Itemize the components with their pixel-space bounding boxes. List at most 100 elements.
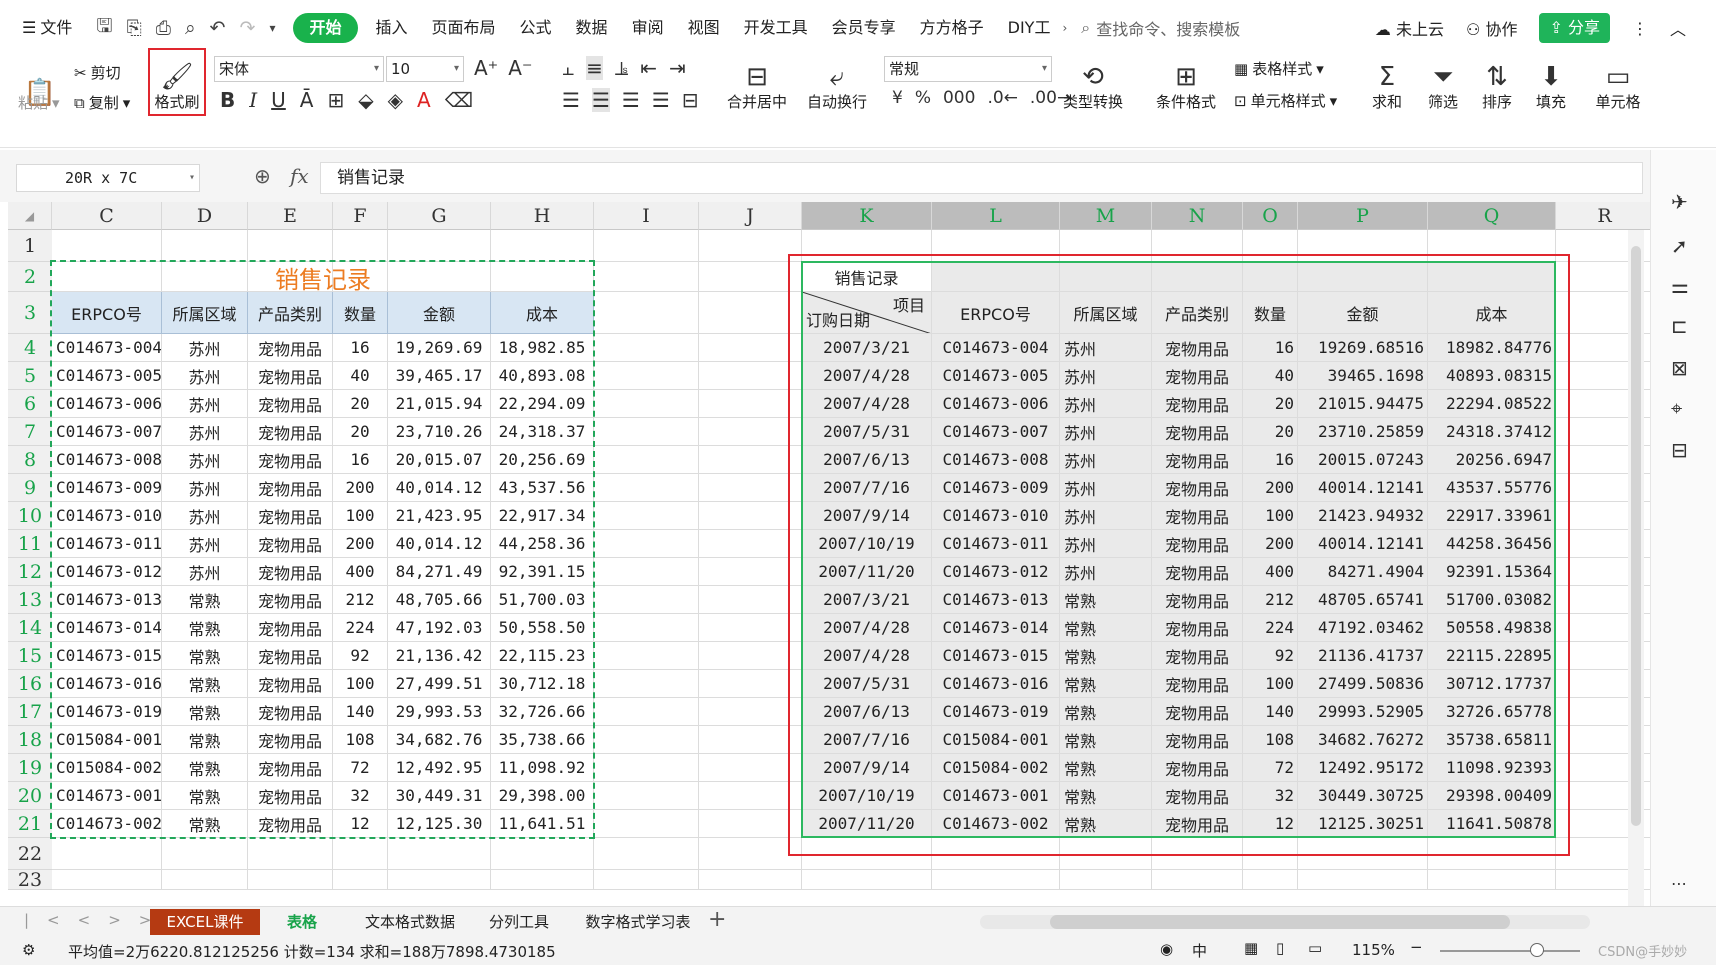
- left-data-cell[interactable]: 72: [333, 754, 388, 782]
- grid-cell[interactable]: [594, 614, 699, 642]
- left-data-cell[interactable]: 常熟: [162, 754, 248, 782]
- font-size-select[interactable]: 10 ▾: [386, 56, 464, 82]
- grid-cell[interactable]: [594, 390, 699, 418]
- left-data-cell[interactable]: 苏州: [162, 418, 248, 446]
- left-data-cell[interactable]: 21,015.94: [388, 390, 491, 418]
- vertical-scrollbar[interactable]: [1628, 230, 1644, 906]
- left-data-cell[interactable]: 宠物用品: [248, 418, 333, 446]
- right-header-cell[interactable]: 所属区域: [1060, 292, 1152, 334]
- grid-cell[interactable]: [1298, 838, 1428, 870]
- right-header-cell[interactable]: 产品类别: [1152, 292, 1243, 334]
- fill-color-icon[interactable]: ◈: [388, 88, 403, 112]
- grid-cell[interactable]: [162, 838, 248, 870]
- left-data-cell[interactable]: 宠物用品: [248, 446, 333, 474]
- right-data-cell[interactable]: 2007/10/19: [802, 782, 932, 810]
- right-data-cell[interactable]: 宠物用品: [1152, 446, 1243, 474]
- row-header-21[interactable]: 21: [8, 810, 52, 838]
- grid-cell[interactable]: [388, 870, 491, 890]
- layout-icon[interactable]: ⊏: [1671, 314, 1688, 338]
- right-data-cell[interactable]: C014673-013: [932, 586, 1060, 614]
- right-data-cell[interactable]: 2007/7/16: [802, 474, 932, 502]
- right-data-cell[interactable]: 常熟: [1060, 614, 1152, 642]
- right-data-cell[interactable]: 苏州: [1060, 446, 1152, 474]
- grid-cell[interactable]: [932, 230, 1060, 262]
- fill-shading-icon[interactable]: ⬙: [358, 88, 373, 112]
- tab-2[interactable]: 页面布局: [420, 12, 508, 44]
- left-header-cell[interactable]: 产品类别: [248, 292, 333, 334]
- left-data-cell[interactable]: C015084-002: [52, 754, 162, 782]
- grid-cell[interactable]: [594, 334, 699, 362]
- row-header-10[interactable]: 10: [8, 502, 52, 530]
- right-data-cell[interactable]: 29993.52905: [1298, 698, 1428, 726]
- left-data-cell[interactable]: 39,465.17: [388, 362, 491, 390]
- right-data-cell[interactable]: C014673-019: [932, 698, 1060, 726]
- right-title-row-cell[interactable]: [1298, 262, 1428, 292]
- left-data-cell[interactable]: 400: [333, 558, 388, 586]
- rocket-icon[interactable]: ✈: [1671, 190, 1688, 214]
- grid-cell[interactable]: [699, 558, 802, 586]
- more-icon[interactable]: ⋯: [1671, 874, 1687, 893]
- fill-button[interactable]: ⬇ 填充: [1526, 56, 1576, 112]
- right-data-cell[interactable]: 19269.68516: [1298, 334, 1428, 362]
- right-data-cell[interactable]: 2007/5/31: [802, 418, 932, 446]
- grid-cell[interactable]: [594, 838, 699, 870]
- right-data-cell[interactable]: 44258.36456: [1428, 530, 1556, 558]
- left-data-cell[interactable]: 200: [333, 530, 388, 558]
- align-bottom-icon[interactable]: ⫡: [615, 56, 628, 80]
- grid-cell[interactable]: [932, 870, 1060, 890]
- left-data-cell[interactable]: 苏州: [162, 502, 248, 530]
- row-header-20[interactable]: 20: [8, 782, 52, 810]
- right-data-cell[interactable]: 2007/11/20: [802, 558, 932, 586]
- print-preview-icon[interactable]: ⌕: [185, 17, 196, 39]
- right-data-cell[interactable]: 宠物用品: [1152, 698, 1243, 726]
- grid-cell[interactable]: [1428, 838, 1556, 870]
- right-data-cell[interactable]: 11098.92393: [1428, 754, 1556, 782]
- left-data-cell[interactable]: 212: [333, 586, 388, 614]
- grid-cell[interactable]: [802, 230, 932, 262]
- distribute-icon[interactable]: ⊟: [682, 88, 699, 112]
- left-header-cell[interactable]: 数量: [333, 292, 388, 334]
- left-data-cell[interactable]: C014673-013: [52, 586, 162, 614]
- location-icon[interactable]: ⌖: [1671, 396, 1682, 420]
- left-data-cell[interactable]: C014673-007: [52, 418, 162, 446]
- right-data-cell[interactable]: C015084-002: [932, 754, 1060, 782]
- left-data-cell[interactable]: 140: [333, 698, 388, 726]
- input-method-icon[interactable]: 中: [1192, 940, 1207, 961]
- left-data-cell[interactable]: 12,492.95: [388, 754, 491, 782]
- collapse-ribbon-icon[interactable]: ︿: [1670, 16, 1686, 40]
- left-data-cell[interactable]: 11,098.92: [491, 754, 594, 782]
- left-data-cell[interactable]: 宠物用品: [248, 474, 333, 502]
- grid-cell[interactable]: [594, 446, 699, 474]
- left-data-cell[interactable]: 29,398.00: [491, 782, 594, 810]
- clear-format-icon[interactable]: ⌫: [445, 88, 473, 112]
- left-data-cell[interactable]: 16: [333, 446, 388, 474]
- row-header-11[interactable]: 11: [8, 530, 52, 558]
- left-data-cell[interactable]: 22,115.23: [491, 642, 594, 670]
- grid-cell[interactable]: [699, 870, 802, 890]
- left-header-cell[interactable]: 所属区域: [162, 292, 248, 334]
- font-family-select[interactable]: 宋体 ▾: [214, 56, 384, 82]
- left-header-cell[interactable]: ERPCO号: [52, 292, 162, 334]
- right-data-cell[interactable]: 2007/4/28: [802, 642, 932, 670]
- grid-cell[interactable]: [802, 870, 932, 890]
- row-header-9[interactable]: 9: [8, 474, 52, 502]
- grid-cell[interactable]: [699, 726, 802, 754]
- left-data-cell[interactable]: 宠物用品: [248, 810, 333, 838]
- left-data-cell[interactable]: 21,136.42: [388, 642, 491, 670]
- wrap-text-button[interactable]: ⤶ 自动换行: [802, 56, 872, 112]
- left-data-cell[interactable]: 84,271.49: [388, 558, 491, 586]
- right-data-cell[interactable]: 92: [1243, 642, 1298, 670]
- right-data-cell[interactable]: 30712.17737: [1428, 670, 1556, 698]
- strikethrough-icon[interactable]: Ā: [300, 88, 314, 112]
- right-data-cell[interactable]: 常熟: [1060, 642, 1152, 670]
- left-data-cell[interactable]: 宠物用品: [248, 558, 333, 586]
- right-data-cell[interactable]: 2007/7/16: [802, 726, 932, 754]
- right-data-cell[interactable]: 84271.4904: [1298, 558, 1428, 586]
- grid-cell[interactable]: [594, 262, 699, 292]
- right-title-row-cell[interactable]: [932, 262, 1060, 292]
- grid-cell[interactable]: [388, 230, 491, 262]
- left-data-cell[interactable]: 40: [333, 362, 388, 390]
- left-data-cell[interactable]: 20: [333, 418, 388, 446]
- left-data-cell[interactable]: 宠物用品: [248, 670, 333, 698]
- row-header-15[interactable]: 15: [8, 642, 52, 670]
